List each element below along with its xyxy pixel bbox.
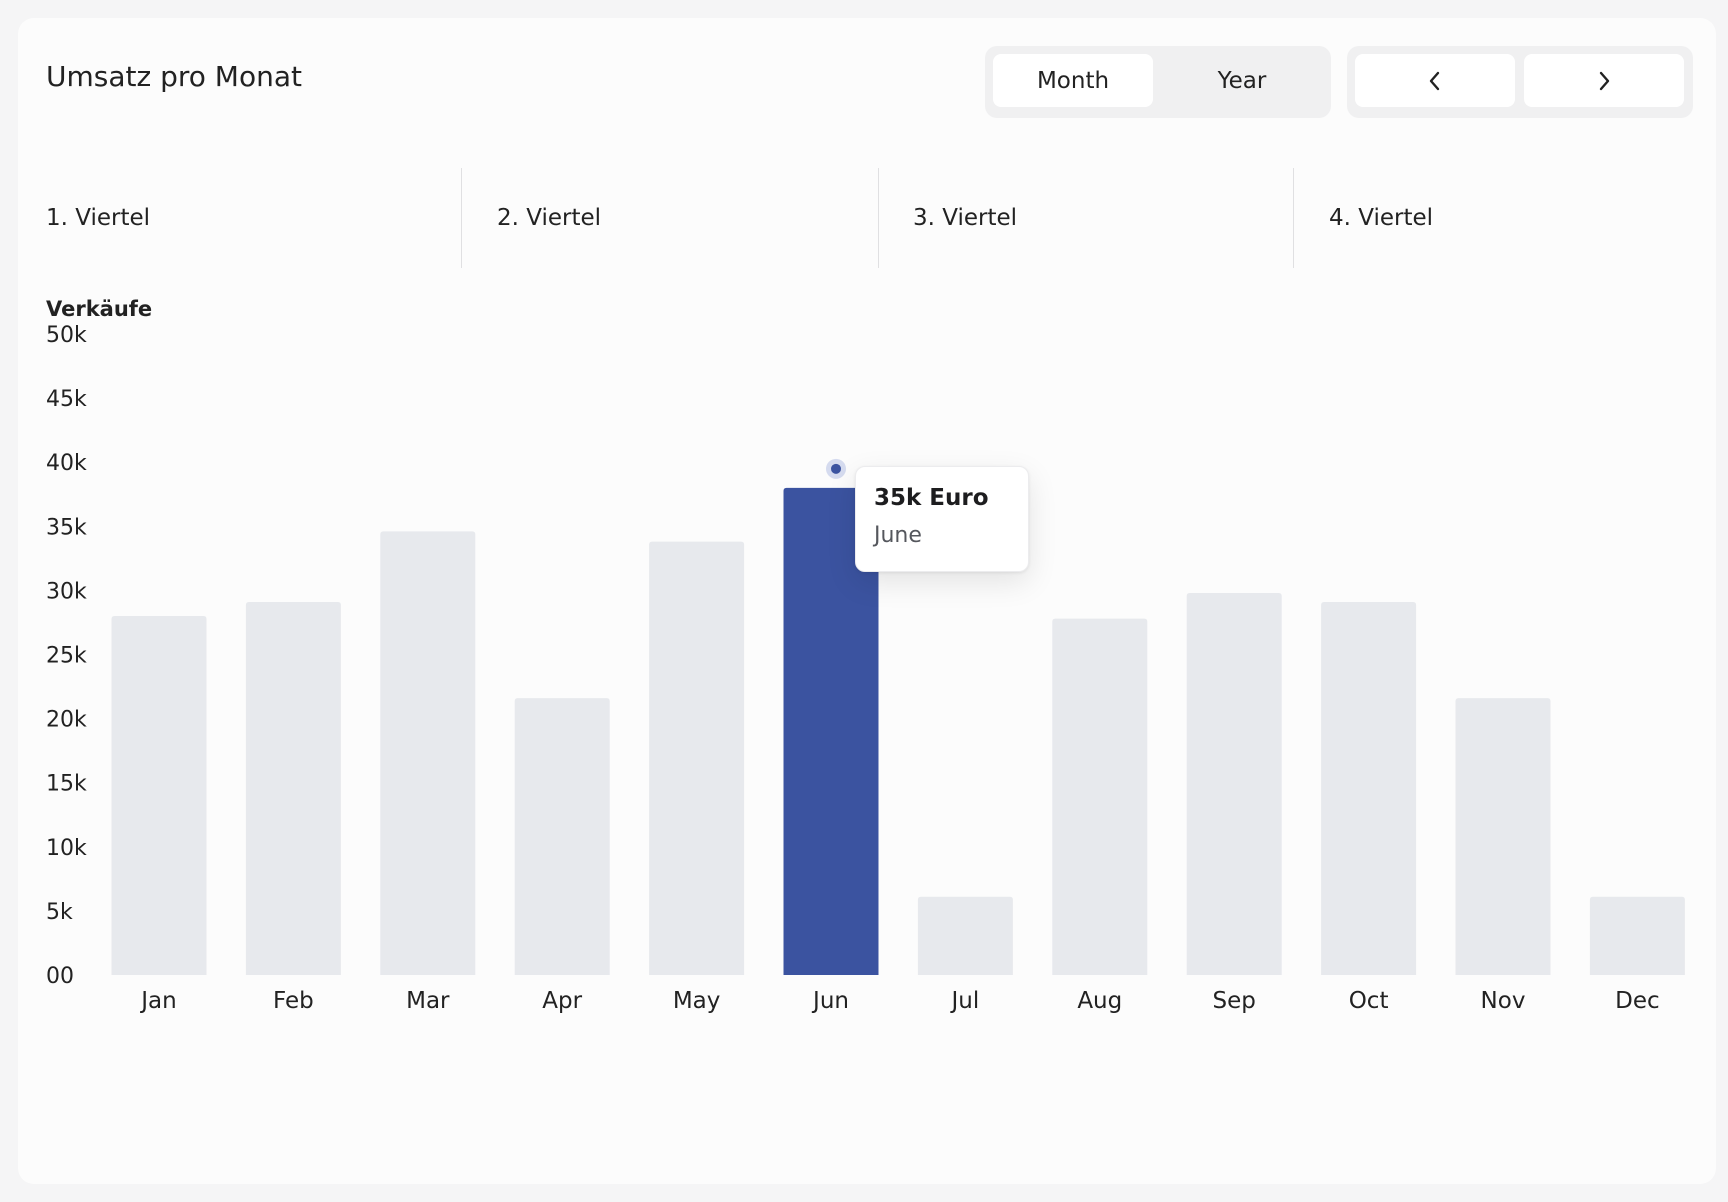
x-tick-label: Nov <box>1481 988 1526 1014</box>
tooltip-label: June <box>874 523 922 548</box>
y-tick-label: 15k <box>46 772 87 797</box>
bar-dec[interactable] <box>1589 896 1685 975</box>
x-tick-label: Feb <box>273 988 314 1014</box>
x-tick-label: Dec <box>1615 988 1660 1014</box>
y-tick-label: 10k <box>46 836 87 861</box>
x-tick-label: Apr <box>542 988 582 1014</box>
bar-feb[interactable] <box>245 601 341 975</box>
y-tick-label: 25k <box>46 644 87 669</box>
bar-jul[interactable] <box>917 896 1013 975</box>
bar-mar[interactable] <box>380 531 476 975</box>
x-tick-label: Jul <box>950 988 980 1014</box>
y-tick-label: 00 <box>46 964 74 989</box>
bar-chart: 00 5k 10k 15k 20k 25k 30k 35k 40k 45k 50k Jan Feb Mar… <box>46 323 1685 1014</box>
bar-aug[interactable] <box>1052 618 1148 975</box>
y-tick-label: 45k <box>46 387 87 412</box>
y-tick-label: 20k <box>46 708 87 733</box>
x-tick-label: Jun <box>811 988 849 1014</box>
y-tick-label: 5k <box>46 900 73 925</box>
y-tick-label: 50k <box>46 323 87 348</box>
bar-oct[interactable] <box>1321 601 1417 975</box>
x-tick-label: Sep <box>1213 988 1256 1014</box>
y-tick-label: 30k <box>46 579 87 604</box>
bar-may[interactable] <box>649 541 745 975</box>
x-tick-label: May <box>673 988 721 1014</box>
highlight-marker-dot <box>831 463 841 474</box>
bar-nov[interactable] <box>1455 698 1551 975</box>
bar-sep[interactable] <box>1186 592 1282 975</box>
tooltip-value: 35k Euro <box>874 485 989 511</box>
chart-card: Umsatz pro Monat Month Year 1. Viertel 2… <box>18 18 1716 1184</box>
y-tick-label: 35k <box>46 515 87 540</box>
x-tick-label: Aug <box>1077 988 1122 1014</box>
chart-tooltip: 35k Euro June <box>855 466 1029 572</box>
x-tick-label: Oct <box>1349 988 1389 1014</box>
x-tick-label: Jan <box>139 988 176 1014</box>
x-tick-label: Mar <box>406 988 450 1014</box>
y-tick-label: 40k <box>46 451 87 476</box>
bar-apr[interactable] <box>514 698 610 975</box>
bar-jan[interactable] <box>111 616 207 975</box>
